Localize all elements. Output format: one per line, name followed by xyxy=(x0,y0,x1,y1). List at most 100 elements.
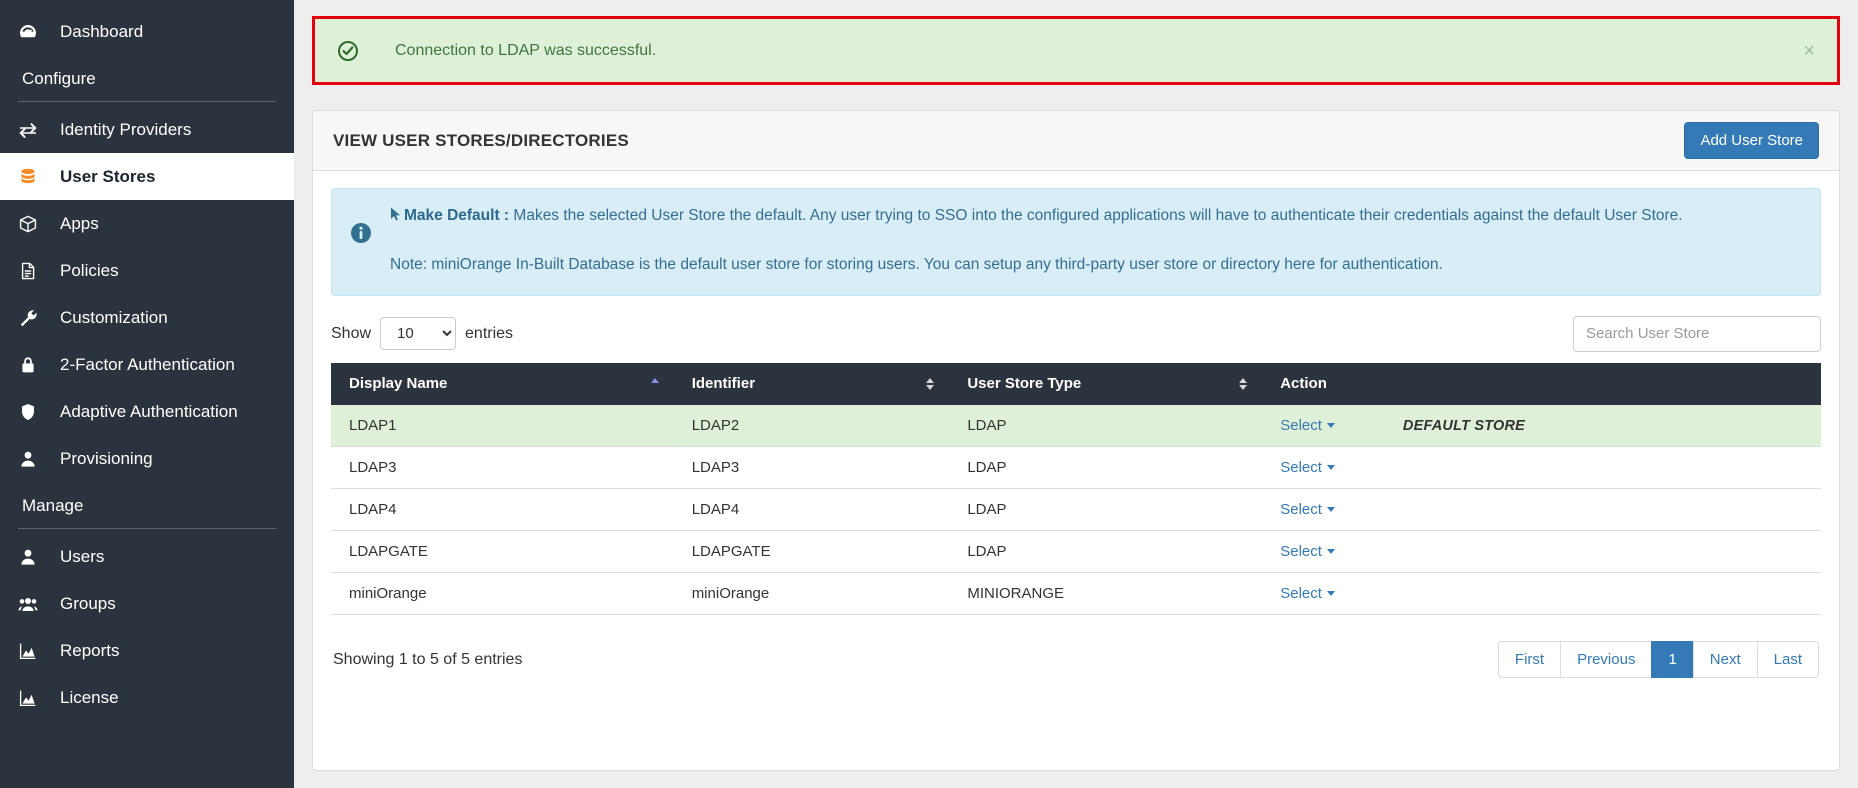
sidebar-item-groups[interactable]: Groups xyxy=(0,580,294,627)
info-lead-text: Makes the selected User Store the defaul… xyxy=(513,207,1683,224)
document-icon xyxy=(18,261,52,281)
info-circle-icon xyxy=(350,222,374,277)
table-row: LDAP1 LDAP2 LDAP Select DEFAULT STORE xyxy=(331,404,1821,448)
sidebar-item-identity-providers[interactable]: Identity Providers xyxy=(0,106,294,153)
user-stores-panel: VIEW USER STORES/DIRECTORIES Add User St… xyxy=(312,110,1840,771)
sidebar-item-label: User Stores xyxy=(60,166,156,186)
cell-store-type: LDAP xyxy=(949,404,1263,448)
sort-ascending-icon[interactable] xyxy=(650,377,660,391)
cell-display-name: LDAP1 xyxy=(331,404,674,448)
select-label: Select xyxy=(1280,501,1322,519)
sidebar-item-label: Reports xyxy=(60,640,120,660)
column-header-identifier[interactable]: Identifier xyxy=(673,362,950,405)
info-note-text: Note: miniOrange In-Built Database is th… xyxy=(390,256,1443,274)
cell-identifier: LDAP3 xyxy=(673,446,950,490)
column-header-label: User Store Type xyxy=(967,375,1082,393)
select-label: Select xyxy=(1280,543,1322,561)
cell-action: Select xyxy=(1262,572,1821,616)
exchange-arrows-icon xyxy=(18,120,52,140)
sidebar: Dashboard Configure Identity Providers User… xyxy=(0,0,294,788)
cell-store-type: MINIORANGE xyxy=(949,572,1263,616)
cell-store-type: LDAP xyxy=(949,446,1263,490)
select-label: Select xyxy=(1280,585,1322,603)
page-size-select[interactable]: 102550100 xyxy=(380,317,457,351)
cell-action: Select xyxy=(1262,530,1821,574)
main-content: Connection to LDAP was successful. × VIE… xyxy=(294,0,1858,788)
sidebar-item-user-stores[interactable]: User Stores xyxy=(0,153,294,200)
cell-identifier: LDAP2 xyxy=(673,404,950,448)
sidebar-item-apps[interactable]: Apps xyxy=(0,200,294,247)
sidebar-divider xyxy=(18,528,276,529)
pagination-1[interactable]: 1 xyxy=(1651,641,1693,679)
sidebar-item-label: Users xyxy=(60,546,105,566)
sidebar-item-2-factor-authentication[interactable]: 2-Factor Authentication xyxy=(0,341,294,388)
chevron-down-icon xyxy=(1326,507,1335,513)
info-lead-label: Make Default : xyxy=(404,207,510,224)
sidebar-item-dashboard[interactable]: Dashboard xyxy=(0,8,294,55)
cell-display-name: LDAP3 xyxy=(331,446,674,490)
column-header-user-store-type[interactable]: User Store Type xyxy=(949,362,1263,405)
column-header-label: Identifier xyxy=(691,375,756,393)
dashboard-gauge-icon xyxy=(18,22,52,42)
pagination: First Previous 1 Next Last xyxy=(1497,641,1819,679)
sidebar-item-users[interactable]: Users xyxy=(0,533,294,580)
cell-action: Select xyxy=(1262,446,1821,490)
sidebar-item-provisioning[interactable]: Provisioning xyxy=(0,435,294,482)
cell-display-name: LDAP4 xyxy=(331,488,674,532)
add-user-store-button[interactable]: Add User Store xyxy=(1684,122,1819,159)
sidebar-item-label: Customization xyxy=(60,307,168,327)
select-label: Select xyxy=(1280,459,1322,477)
chevron-down-icon xyxy=(1326,465,1335,471)
table-row: LDAP4 LDAP4 LDAP Select xyxy=(331,488,1821,532)
pagination-last[interactable]: Last xyxy=(1756,641,1819,679)
column-header-action[interactable]: Action xyxy=(1262,362,1821,405)
user-stores-table: Display Name Identifier User Store Type Act… xyxy=(331,362,1821,616)
select-dropdown-button[interactable]: Select xyxy=(1280,459,1335,476)
sidebar-item-label: Dashboard xyxy=(60,21,144,41)
sidebar-item-policies[interactable]: Policies xyxy=(0,247,294,294)
chart-area-icon xyxy=(18,688,52,708)
sidebar-item-label: Policies xyxy=(60,260,119,280)
cell-store-type: LDAP xyxy=(949,530,1263,574)
table-row: LDAP3 LDAP3 LDAP Select xyxy=(331,446,1821,490)
table-header-row: Display Name Identifier User Store Type Act… xyxy=(331,362,1821,405)
close-icon[interactable]: × xyxy=(1803,41,1815,61)
check-circle-icon xyxy=(337,40,359,62)
cube-box-icon xyxy=(18,214,52,234)
sort-none-icon[interactable] xyxy=(925,377,935,391)
sidebar-item-reports[interactable]: Reports xyxy=(0,627,294,674)
select-dropdown-button[interactable]: Select xyxy=(1280,543,1335,560)
panel-body: Make Default : Makes the selected User S… xyxy=(313,171,1839,679)
table-header: Display Name Identifier User Store Type Act… xyxy=(331,362,1821,405)
users-group-icon xyxy=(18,594,52,614)
pagination-first[interactable]: First xyxy=(1497,641,1561,679)
sidebar-item-license[interactable]: License xyxy=(0,674,294,721)
select-dropdown-button[interactable]: Select xyxy=(1280,501,1335,518)
panel-header: VIEW USER STORES/DIRECTORIES Add User St… xyxy=(313,111,1839,171)
sidebar-item-adaptive-authentication[interactable]: Adaptive Authentication xyxy=(0,388,294,435)
chart-area-icon xyxy=(18,641,52,661)
alert-message: Connection to LDAP was successful. xyxy=(395,41,657,59)
sidebar-item-label: 2-Factor Authentication xyxy=(60,354,235,374)
select-dropdown-button[interactable]: Select xyxy=(1280,585,1335,602)
sidebar-section-configure: Configure xyxy=(22,69,96,88)
alert-highlight-box: Connection to LDAP was successful. × xyxy=(312,16,1840,85)
sidebar-item-label: Identity Providers xyxy=(60,119,192,139)
column-header-display-name[interactable]: Display Name xyxy=(331,362,674,405)
entries-label: entries xyxy=(465,324,514,342)
select-dropdown-button[interactable]: Select xyxy=(1280,417,1335,434)
sidebar-item-customization[interactable]: Customization xyxy=(0,294,294,341)
table-controls: Show 102550100 entries xyxy=(331,315,1821,354)
showing-entries-info: Showing 1 to 5 of 5 entries xyxy=(333,650,523,668)
wrench-icon xyxy=(18,308,52,328)
sort-none-icon[interactable] xyxy=(1238,377,1248,391)
lock-icon xyxy=(18,355,52,375)
cell-action: Select DEFAULT STORE xyxy=(1262,404,1821,448)
search-input[interactable] xyxy=(1573,315,1821,352)
sidebar-item-label: License xyxy=(60,687,119,707)
pagination-next[interactable]: Next xyxy=(1692,641,1757,679)
show-entries-control: Show 102550100 entries xyxy=(331,317,514,351)
table-footer: Showing 1 to 5 of 5 entries First Previou… xyxy=(331,641,1821,679)
pagination-previous[interactable]: Previous xyxy=(1560,641,1652,679)
cell-display-name: miniOrange xyxy=(331,572,674,616)
